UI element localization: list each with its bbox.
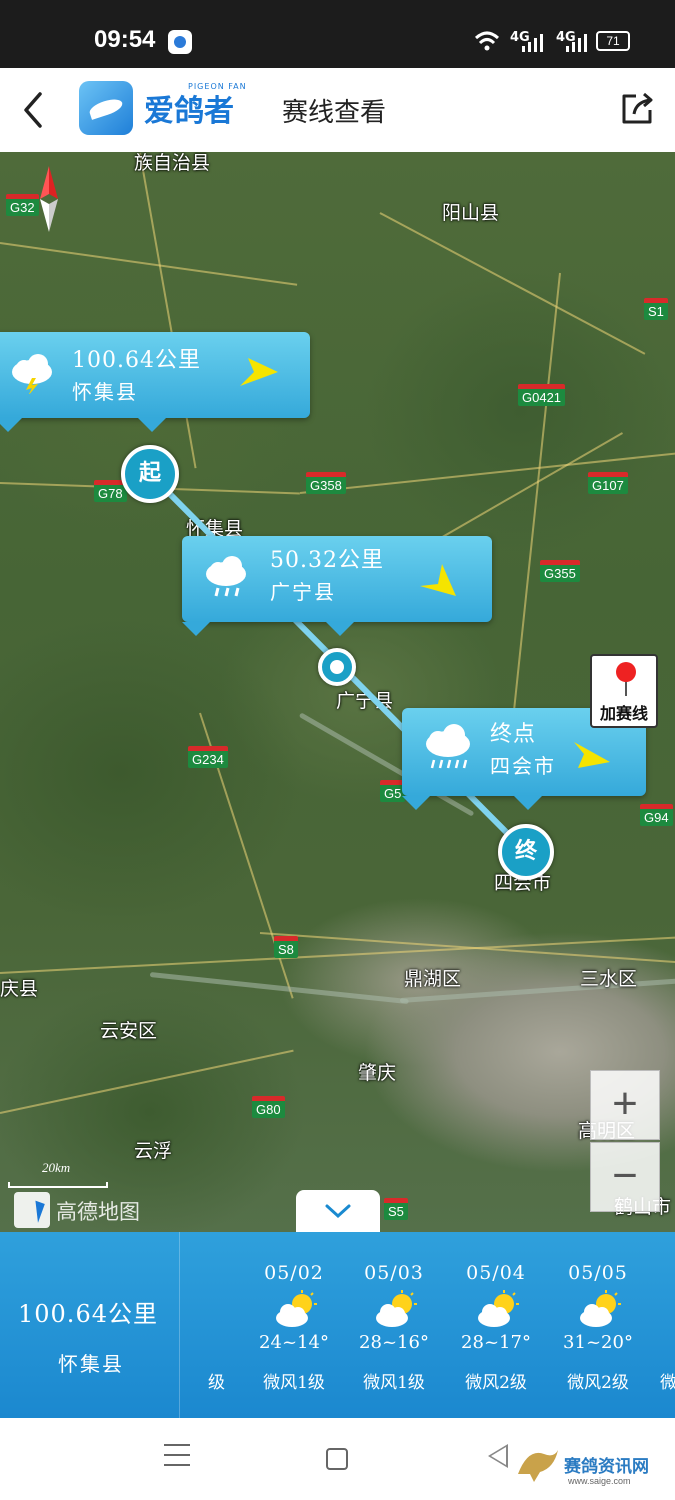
forecast-date: 05/03: [364, 1262, 424, 1284]
race-route-line: [147, 471, 529, 855]
forecast-temp: 28~17°: [461, 1332, 531, 1353]
forecast-day: 05/03 28~16° 微风1级: [344, 1232, 444, 1418]
weather-distance: 100.64公里: [18, 1300, 158, 1328]
popup-county: 怀集县: [72, 380, 138, 404]
site-watermark: 赛鸽资讯网 www.saige.com: [510, 1438, 670, 1494]
zoom-in-button[interactable]: +: [590, 1070, 660, 1140]
forecast-wind: 微风1级: [263, 1373, 325, 1393]
popup-destination-label: 终点: [490, 722, 537, 747]
map-provider-name: 高德地图: [56, 1200, 140, 1224]
wind-direction-icon: [240, 358, 278, 386]
pigeon-logo-icon: [518, 1450, 558, 1482]
app-notification-icon: [168, 30, 192, 54]
logo-text: 爱鸽者: [144, 94, 234, 129]
scale-label: 20km: [42, 1160, 71, 1175]
signal-bars-icon: [522, 34, 543, 52]
wind-direction-icon: [420, 564, 456, 596]
heavy-rain-cloud-icon: [426, 724, 470, 769]
forecast-date: 05/04: [466, 1262, 526, 1284]
back-triangle-icon[interactable]: [488, 1444, 508, 1468]
weather-location-summary: 100.64公里 怀集县: [0, 1232, 180, 1418]
midpoint-marker[interactable]: [318, 648, 356, 686]
thunderstorm-cloud-icon: [12, 354, 52, 394]
rain-cloud-icon: [206, 556, 246, 597]
forecast-temp: 31~20°: [563, 1332, 633, 1353]
add-route-label: 加赛线: [599, 704, 648, 723]
forecast-wind: 微风1级: [363, 1373, 425, 1393]
app-logo-icon: [79, 81, 133, 135]
home-icon[interactable]: [326, 1448, 348, 1470]
watermark-name: 赛鸽资讯网: [564, 1457, 649, 1477]
forecast-wind: 微风2级: [465, 1373, 527, 1393]
share-icon[interactable]: [618, 90, 656, 128]
partly-cloudy-icon: [478, 1290, 519, 1327]
back-arrow-icon[interactable]: [14, 88, 54, 132]
forecast-day: 05/05 31~20° 微风2级: [548, 1232, 648, 1418]
partly-cloudy-icon: [276, 1290, 317, 1327]
status-time: 09:54: [94, 26, 156, 53]
status-bar: 09:54 4G 4G 71: [0, 0, 675, 68]
wifi-icon: [474, 31, 500, 51]
watermark-url: www.saige.com: [568, 1476, 631, 1486]
popup-county: 四会市: [490, 754, 556, 778]
page-title: 赛线查看: [282, 98, 387, 128]
wind-direction-icon: [574, 742, 610, 768]
amap-arrow-icon: [14, 1192, 50, 1228]
recent-apps-icon[interactable]: [164, 1444, 190, 1470]
route-popup-midpoint[interactable]: 50.32公里 广宁县: [182, 536, 492, 636]
forecast-temp: 24~14°: [259, 1332, 329, 1353]
map-pin-icon: [616, 662, 636, 682]
zoom-out-button[interactable]: −: [590, 1142, 660, 1212]
app-header: PIGEON FAN 爱鸽者 赛线查看: [0, 68, 675, 152]
battery-icon: 71: [596, 31, 630, 51]
end-marker[interactable]: 终: [498, 824, 554, 880]
map-provider-logo: 高德地图: [14, 1192, 164, 1228]
map-view[interactable]: 族自治县 阳山县 怀集县 广宁县 四会市 鼎湖区 三水区 庆县 云安区 肇庆 高…: [0, 152, 675, 1232]
route-popup-start[interactable]: .p1::after{left:140px} 100.64公里 怀集县: [0, 332, 310, 432]
system-nav-bar: 赛鸽资讯网 www.saige.com: [0, 1418, 675, 1500]
start-marker[interactable]: 起: [121, 445, 179, 503]
forecast-wind: 微风2级: [567, 1373, 629, 1393]
weather-partial-left: 级: [208, 1373, 225, 1393]
collapse-panel-button[interactable]: [296, 1190, 380, 1232]
popup-distance: 100.64公里: [72, 348, 201, 373]
forecast-day: 05/02 24~14° 微风1级: [244, 1232, 344, 1418]
weather-partial-right: 微: [660, 1373, 675, 1393]
weather-forecast-panel: 100.64公里 怀集县 级 05/02 24~14° 微风1级 05/03 2…: [0, 1232, 675, 1418]
popup-county: 广宁县: [270, 580, 336, 604]
forecast-date: 05/05: [568, 1262, 628, 1284]
weather-county: 怀集县: [58, 1352, 124, 1376]
partly-cloudy-icon: [376, 1290, 417, 1327]
forecast-date: 05/02: [264, 1262, 324, 1284]
signal-bars-icon-2: [566, 34, 587, 52]
partly-cloudy-icon: [580, 1290, 621, 1327]
map-scale-bar: 20km: [8, 1160, 108, 1188]
chevron-down-icon: [325, 1204, 351, 1219]
add-route-button[interactable]: 加赛线: [590, 654, 658, 728]
forecast-day: 05/04 28~17° 微风2级: [446, 1232, 546, 1418]
forecast-temp: 28~16°: [359, 1332, 429, 1353]
popup-distance: 50.32公里: [270, 548, 384, 573]
